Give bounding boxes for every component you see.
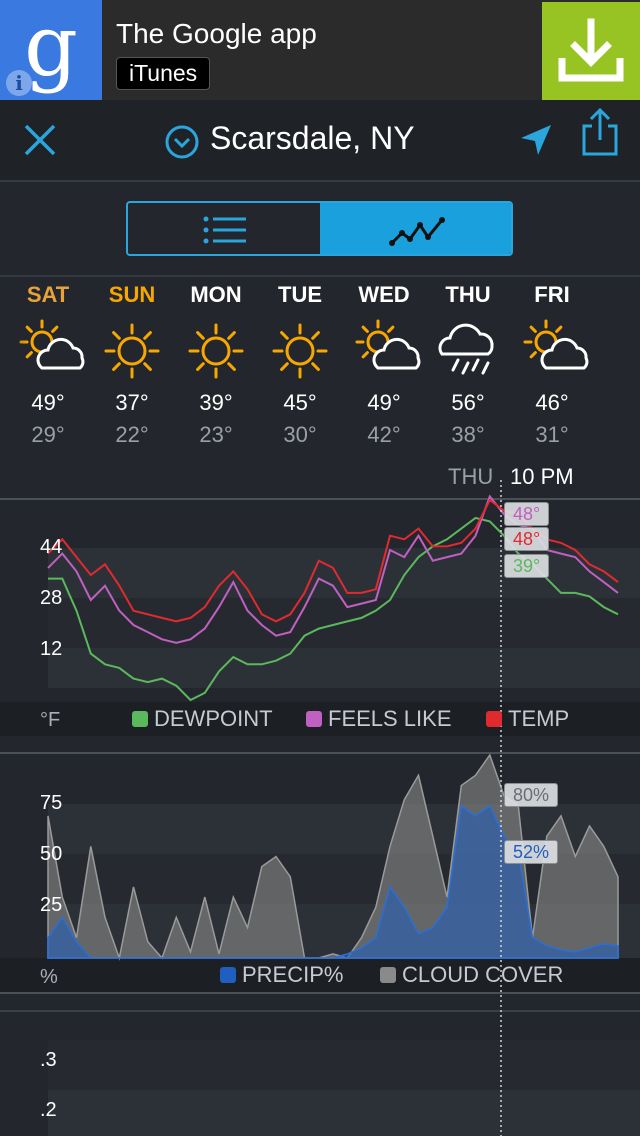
- day-name[interactable]: FRI: [510, 282, 594, 308]
- precip-panel-top: [0, 752, 640, 754]
- partly-cloudy-icon: [342, 316, 426, 386]
- legend-cloud-cover-label: CLOUD COVER: [402, 962, 564, 987]
- legend-feels-like: FEELS LIKE: [306, 706, 452, 732]
- legend-dewpoint: DEWPOINT: [132, 706, 273, 732]
- sun-icon: [258, 316, 342, 386]
- temp-band-low: [48, 648, 640, 688]
- dewpoint-swatch: [132, 711, 148, 727]
- ad-info-icon[interactable]: i: [6, 70, 32, 96]
- sun-icon: [90, 316, 174, 386]
- day-low-temp: 30°: [283, 422, 317, 447]
- cloud-cover-swatch: [380, 967, 396, 983]
- day-name[interactable]: SUN: [90, 282, 174, 308]
- day-high-temp: 37°: [115, 390, 149, 415]
- ad-title: The Google app: [116, 18, 317, 49]
- day-high-temp: 39°: [199, 390, 233, 415]
- temp-tick-0: 44: [40, 536, 63, 558]
- day-low-temp: 42°: [367, 422, 401, 447]
- prev-day-fade: [0, 282, 28, 452]
- day-low-temp: 22°: [115, 422, 149, 447]
- precip-tick-1: 50: [40, 843, 63, 865]
- graph-view-button[interactable]: [320, 203, 511, 254]
- location-dropdown-icon[interactable]: [164, 124, 200, 160]
- temp-band-high: [48, 548, 640, 598]
- ad-banner[interactable]: g i The Google app iTunes: [0, 0, 640, 100]
- day-name[interactable]: MON: [174, 282, 258, 308]
- day-low-temp: 23°: [199, 422, 233, 447]
- amount-panel-line: [0, 1010, 640, 1012]
- temp-swatch: [486, 711, 502, 727]
- legend-cloud-cover: CLOUD COVER: [380, 962, 563, 988]
- temp-unit-label: °F: [40, 709, 61, 731]
- ad-store-badge[interactable]: iTunes: [116, 57, 211, 90]
- day-high-temp: 46°: [535, 390, 569, 415]
- precip-unit-label: %: [40, 966, 58, 988]
- temp-tick-2: 12: [40, 638, 63, 660]
- current-location-icon[interactable]: [518, 122, 554, 158]
- legend-precip-label: PRECIP%: [242, 962, 344, 987]
- day-high-temp: 49°: [367, 390, 401, 415]
- partly-cloudy-icon: [510, 316, 594, 386]
- amount-band: [48, 1040, 640, 1090]
- dewpoint-tooltip: 39°: [504, 554, 550, 578]
- download-icon: [558, 18, 624, 82]
- amount-panel-top: [0, 992, 640, 994]
- next-day-fade: [608, 282, 640, 452]
- temp-tick-1: 28: [40, 587, 63, 609]
- legend-temp-label: TEMP: [508, 706, 570, 731]
- temp-tooltip: 48°: [504, 527, 550, 551]
- amount-band-low: [48, 1090, 640, 1136]
- view-toggle: [126, 201, 513, 256]
- day-high-temp: 45°: [283, 390, 317, 415]
- forecast-charts[interactable]: [0, 480, 640, 1136]
- temp-panel-top: [0, 498, 640, 500]
- day-name[interactable]: THU: [426, 282, 510, 308]
- close-icon[interactable]: [22, 122, 58, 158]
- feels-like-tooltip: 48°: [504, 502, 550, 526]
- legend-temp: TEMP: [486, 706, 569, 732]
- graph-icon: [389, 217, 445, 246]
- day-name[interactable]: TUE: [258, 282, 342, 308]
- day-low-temp: 31°: [535, 422, 569, 447]
- rain-icon: [426, 316, 510, 386]
- city-name[interactable]: Scarsdale, NY: [210, 120, 415, 157]
- amount-tick-0: .3: [40, 1049, 57, 1071]
- google-app-logo[interactable]: g i: [0, 0, 102, 100]
- precip-tick-0: 75: [40, 792, 63, 814]
- precip-tooltip: 52%: [504, 840, 559, 864]
- feels-like-swatch: [306, 711, 322, 727]
- legend-feels-like-label: FEELS LIKE: [328, 706, 452, 731]
- list-icon: [203, 216, 246, 244]
- divider: [0, 275, 640, 277]
- list-view-button[interactable]: [128, 203, 320, 254]
- sun-icon: [174, 316, 258, 386]
- day-high-temp: 56°: [451, 390, 485, 415]
- day-low-temp: 38°: [451, 422, 485, 447]
- ad-download-button[interactable]: [542, 2, 640, 100]
- legend-precip: PRECIP%: [220, 962, 343, 988]
- legend-dewpoint-label: DEWPOINT: [154, 706, 273, 731]
- cloud-cover-tooltip: 80%: [504, 783, 559, 807]
- precip-tick-2: 25: [40, 894, 63, 916]
- amount-tick-1: .2: [40, 1099, 57, 1121]
- day-name[interactable]: WED: [342, 282, 426, 308]
- share-icon[interactable]: [580, 106, 620, 158]
- precip-swatch: [220, 967, 236, 983]
